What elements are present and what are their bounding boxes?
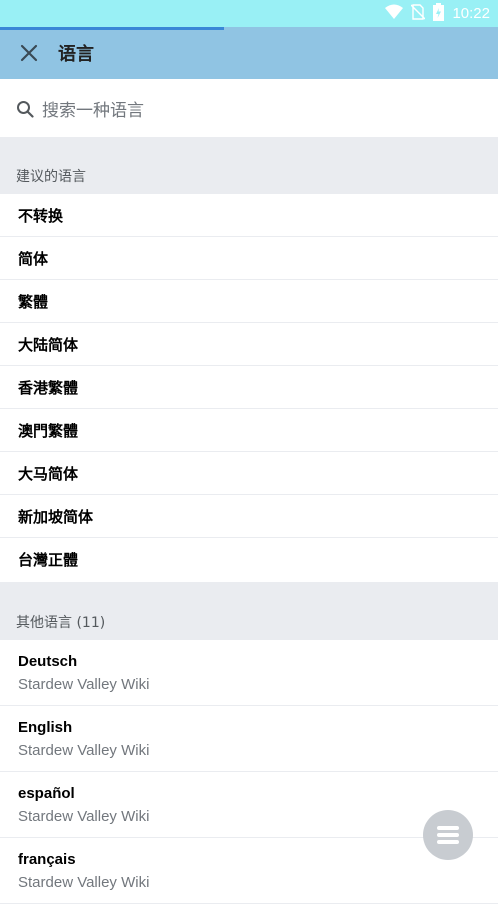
list-item[interactable]: 香港繁體	[0, 366, 498, 409]
language-name: Deutsch	[18, 652, 78, 670]
list-item[interactable]: 不转换	[0, 194, 498, 237]
loading-progress-bar	[0, 27, 224, 30]
section-title: 其他语言 (11)	[16, 615, 106, 631]
site-name: Stardew Valley Wiki	[18, 675, 150, 693]
list-item[interactable]: 澳門繁體	[0, 409, 498, 452]
other-language-list: Deutsch Stardew Valley Wiki English Star…	[0, 640, 498, 904]
close-icon	[20, 44, 38, 62]
list-item[interactable]: français Stardew Valley Wiki	[0, 838, 498, 904]
list-item[interactable]: 简体	[0, 237, 498, 280]
list-item[interactable]: 大马简体	[0, 452, 498, 495]
close-button[interactable]	[0, 27, 58, 79]
site-name: Stardew Valley Wiki	[18, 741, 150, 759]
other-languages-header: 其他语言 (11)	[0, 582, 498, 640]
language-name: français	[18, 850, 76, 868]
search-icon	[16, 99, 36, 119]
menu-icon	[437, 823, 459, 847]
clock: 10:22	[452, 5, 490, 22]
site-name: Stardew Valley Wiki	[18, 873, 150, 891]
language-name: español	[18, 784, 75, 802]
battery-charging-icon	[433, 2, 445, 25]
suggested-language-list: 不转换 简体 繁體 大陆简体 香港繁體 澳門繁體 大马简体 新加坡简体 台灣正體	[0, 194, 498, 580]
search-input[interactable]: 搜索一种语言	[42, 96, 144, 121]
header-bar: 语言	[0, 27, 498, 79]
language-search[interactable]: 搜索一种语言	[0, 80, 498, 137]
list-item[interactable]: English Stardew Valley Wiki	[0, 706, 498, 772]
list-item[interactable]: 台灣正體	[0, 538, 498, 580]
suggested-languages-header: 建议的语言	[0, 137, 498, 194]
language-name: English	[18, 718, 73, 736]
status-bar: 10:22	[0, 0, 498, 27]
list-item[interactable]: 新加坡简体	[0, 495, 498, 538]
section-title: 建议的语言	[16, 169, 86, 185]
menu-button[interactable]	[423, 810, 473, 860]
list-item[interactable]: Deutsch Stardew Valley Wiki	[0, 640, 498, 706]
wifi-icon	[385, 4, 404, 23]
page-title: 语言	[58, 44, 94, 65]
list-item[interactable]: 繁體	[0, 280, 498, 323]
list-item[interactable]: 大陆简体	[0, 323, 498, 366]
no-sim-icon	[410, 3, 426, 24]
